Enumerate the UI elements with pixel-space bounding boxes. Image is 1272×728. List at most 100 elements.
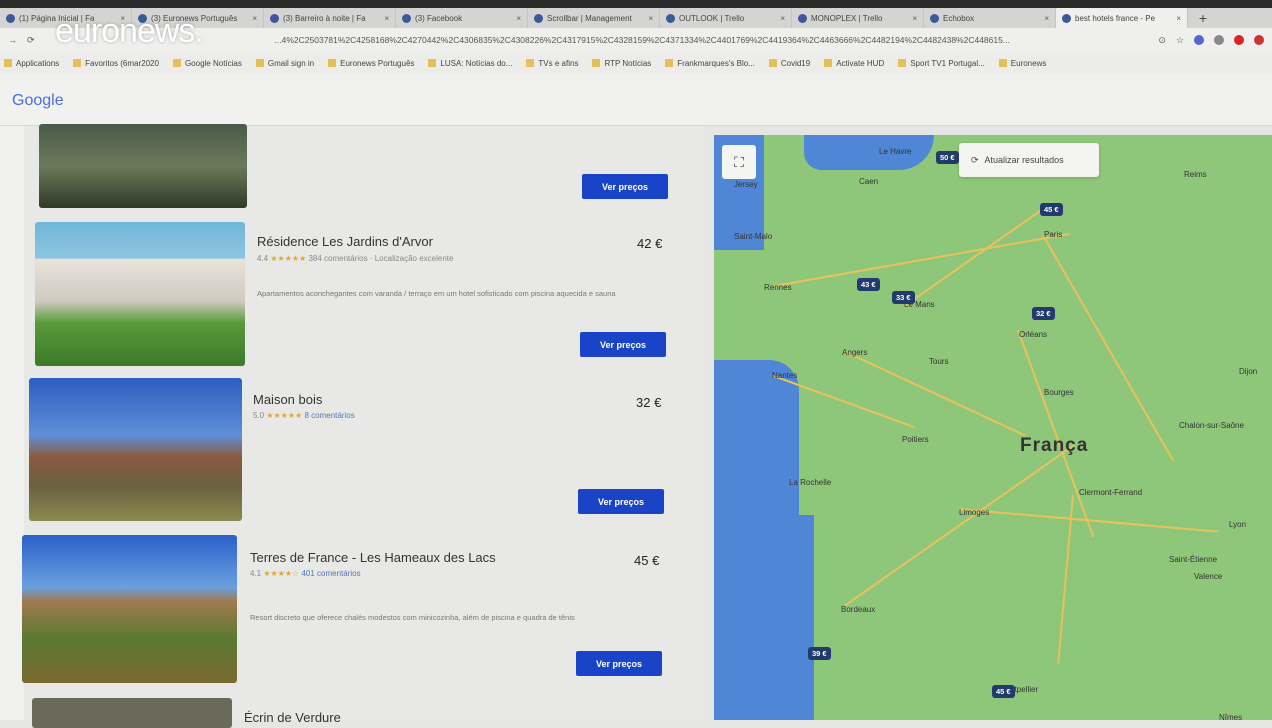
bookmark-icon (328, 59, 337, 67)
favicon-icon (402, 13, 411, 23)
hotel-photo[interactable] (32, 698, 232, 728)
map-price-pin[interactable]: 50 € (936, 151, 959, 164)
view-prices-button[interactable]: Ver preços (580, 332, 666, 357)
hotel-photo[interactable] (35, 222, 245, 366)
map-city-label: Le Havre (879, 147, 912, 156)
block-icon[interactable] (1254, 35, 1264, 45)
map-city-label: Tours (929, 357, 949, 366)
browser-tab[interactable]: Echobox × (924, 8, 1056, 28)
bookmark[interactable]: Euronews (998, 59, 1046, 68)
refresh-results-button[interactable]: ⟳ Atualizar resultados (959, 143, 1099, 177)
map-price-pin[interactable]: 33 € (892, 291, 915, 304)
bookmark-icon (665, 59, 674, 67)
map-city-label: Limoges (959, 508, 990, 517)
map-city-label: Saint-Étienne (1169, 555, 1218, 564)
google-header: Google (0, 74, 1272, 126)
map-city-label: Clermont-Ferrand (1079, 488, 1143, 497)
bookmark[interactable]: Frankmarques's Blo... (665, 59, 755, 68)
map-city-label: Jersey (734, 180, 758, 189)
map-city-label: Lyon (1229, 520, 1247, 529)
browser-tab[interactable]: (3) Barreiro à noite | Fa × (264, 8, 396, 28)
bookmark[interactable]: Gmail sign in (255, 59, 314, 68)
close-tab-icon[interactable]: × (384, 14, 389, 23)
close-tab-icon[interactable]: × (912, 14, 917, 23)
close-tab-icon[interactable]: × (1176, 14, 1181, 23)
bookmark-icon (4, 59, 12, 67)
favicon-icon (798, 13, 807, 23)
hotel-rating: 4.4 ★★★★★ 384 comentários · Localização … (257, 254, 454, 263)
map-city-label: Caen (859, 177, 879, 186)
browser-tab[interactable]: (3) Facebook × (396, 8, 528, 28)
hotel-photo[interactable] (29, 378, 242, 521)
bookmark-icon (768, 59, 777, 67)
hotel-rating: 4.1 ★★★★☆ 401 comentários (250, 569, 361, 578)
bookmark[interactable]: Euronews Português (328, 59, 414, 68)
view-prices-button[interactable]: Ver preços (578, 489, 664, 514)
close-tab-icon[interactable]: × (780, 14, 785, 23)
bookmark[interactable]: RTP Notícias (592, 59, 651, 68)
extension-icon[interactable] (1214, 35, 1224, 45)
map-city-label: Nîmes (1219, 713, 1243, 720)
favicon-icon (534, 13, 543, 23)
bookmark[interactable]: Sport TV1 Portugal... (898, 59, 985, 68)
hotel-photo[interactable] (39, 124, 247, 208)
hotel-photo[interactable] (22, 535, 237, 683)
browser-tab[interactable]: best hotels france - Pe × (1056, 8, 1188, 28)
bookmark-icon (898, 59, 907, 67)
map-road (1057, 494, 1074, 665)
opera-icon[interactable] (1234, 35, 1244, 45)
browser-tab[interactable]: OUTLOOK | Trello × (660, 8, 792, 28)
close-tab-icon[interactable]: × (516, 14, 521, 23)
reload-icon[interactable]: ⟳ (27, 35, 35, 46)
star-icon[interactable]: ☆ (1176, 35, 1184, 46)
map-price-pin[interactable]: 45 € (992, 685, 1015, 698)
map-price-pin[interactable]: 45 € (1040, 203, 1063, 216)
extension-icon[interactable] (1194, 35, 1204, 45)
view-prices-button[interactable]: Ver preços (576, 651, 662, 676)
hotel-name[interactable]: Maison bois (253, 392, 322, 407)
map-city-label: Rennes (764, 283, 792, 292)
map-price-pin[interactable]: 43 € (857, 278, 880, 291)
refresh-icon: ⟳ (971, 154, 979, 165)
view-prices-button[interactable]: Ver preços (582, 174, 668, 199)
zoom-icon[interactable]: ⊙ (1158, 35, 1166, 46)
back-icon[interactable]: → (8, 35, 17, 45)
browser-tab[interactable]: MONOPLEX | Trello × (792, 8, 924, 28)
map-road (904, 201, 1053, 307)
url-input[interactable]: ...4%2C2503781%2C4258168%2C4270442%2C430… (45, 35, 1149, 45)
map[interactable]: ⛶ ⟳ Atualizar resultados França Le Havre C… (714, 135, 1272, 720)
close-tab-icon[interactable]: × (1044, 14, 1049, 23)
google-logo[interactable]: Google (12, 92, 64, 110)
bookmark[interactable]: Google Notícias (172, 59, 242, 68)
new-tab-button[interactable]: + (1188, 8, 1218, 28)
favicon-icon (6, 13, 15, 23)
bookmark-icon (428, 59, 437, 67)
bookmark[interactable]: Favoritos (6mar2020 (73, 59, 159, 68)
map-price-pin[interactable]: 39 € (808, 647, 831, 660)
hotel-name[interactable]: Résidence Les Jardins d'Arvor (257, 234, 433, 249)
browser-tab[interactable]: Scrollbar | Management × (528, 8, 660, 28)
bookmarks-bar: Applications Favoritos (6mar2020 Google No… (0, 52, 1272, 74)
map-price-pin[interactable]: 32 € (1032, 307, 1055, 320)
map-city-label: Nantes (772, 371, 798, 380)
left-rail (0, 126, 24, 720)
bookmark[interactable]: Activate HUD (824, 59, 884, 68)
hotel-name[interactable]: Écrin de Verdure (244, 710, 341, 725)
hotel-description: Resort discreto que oferece chalés modes… (250, 613, 575, 622)
bookmark[interactable]: LUSA: Notícias do... (428, 59, 512, 68)
map-city-label: Valence (1194, 572, 1223, 581)
fullscreen-button[interactable]: ⛶ (722, 145, 756, 179)
bookmark[interactable]: Applications (4, 59, 59, 68)
map-road (844, 444, 1075, 607)
bookmark[interactable]: TVs e afins (526, 59, 578, 68)
bookmark[interactable]: Covid19 (768, 59, 810, 68)
map-road (1042, 235, 1174, 462)
bookmark-icon (592, 59, 601, 67)
bookmark-icon (73, 59, 82, 67)
close-tab-icon[interactable]: × (252, 14, 257, 23)
map-city-label: Angers (842, 348, 868, 357)
hotel-name[interactable]: Terres de France - Les Hameaux des Lacs (250, 550, 496, 565)
map-city-label: Chalon-sur-Saône (1179, 421, 1244, 430)
close-tab-icon[interactable]: × (648, 14, 653, 23)
favicon-icon (930, 13, 939, 23)
